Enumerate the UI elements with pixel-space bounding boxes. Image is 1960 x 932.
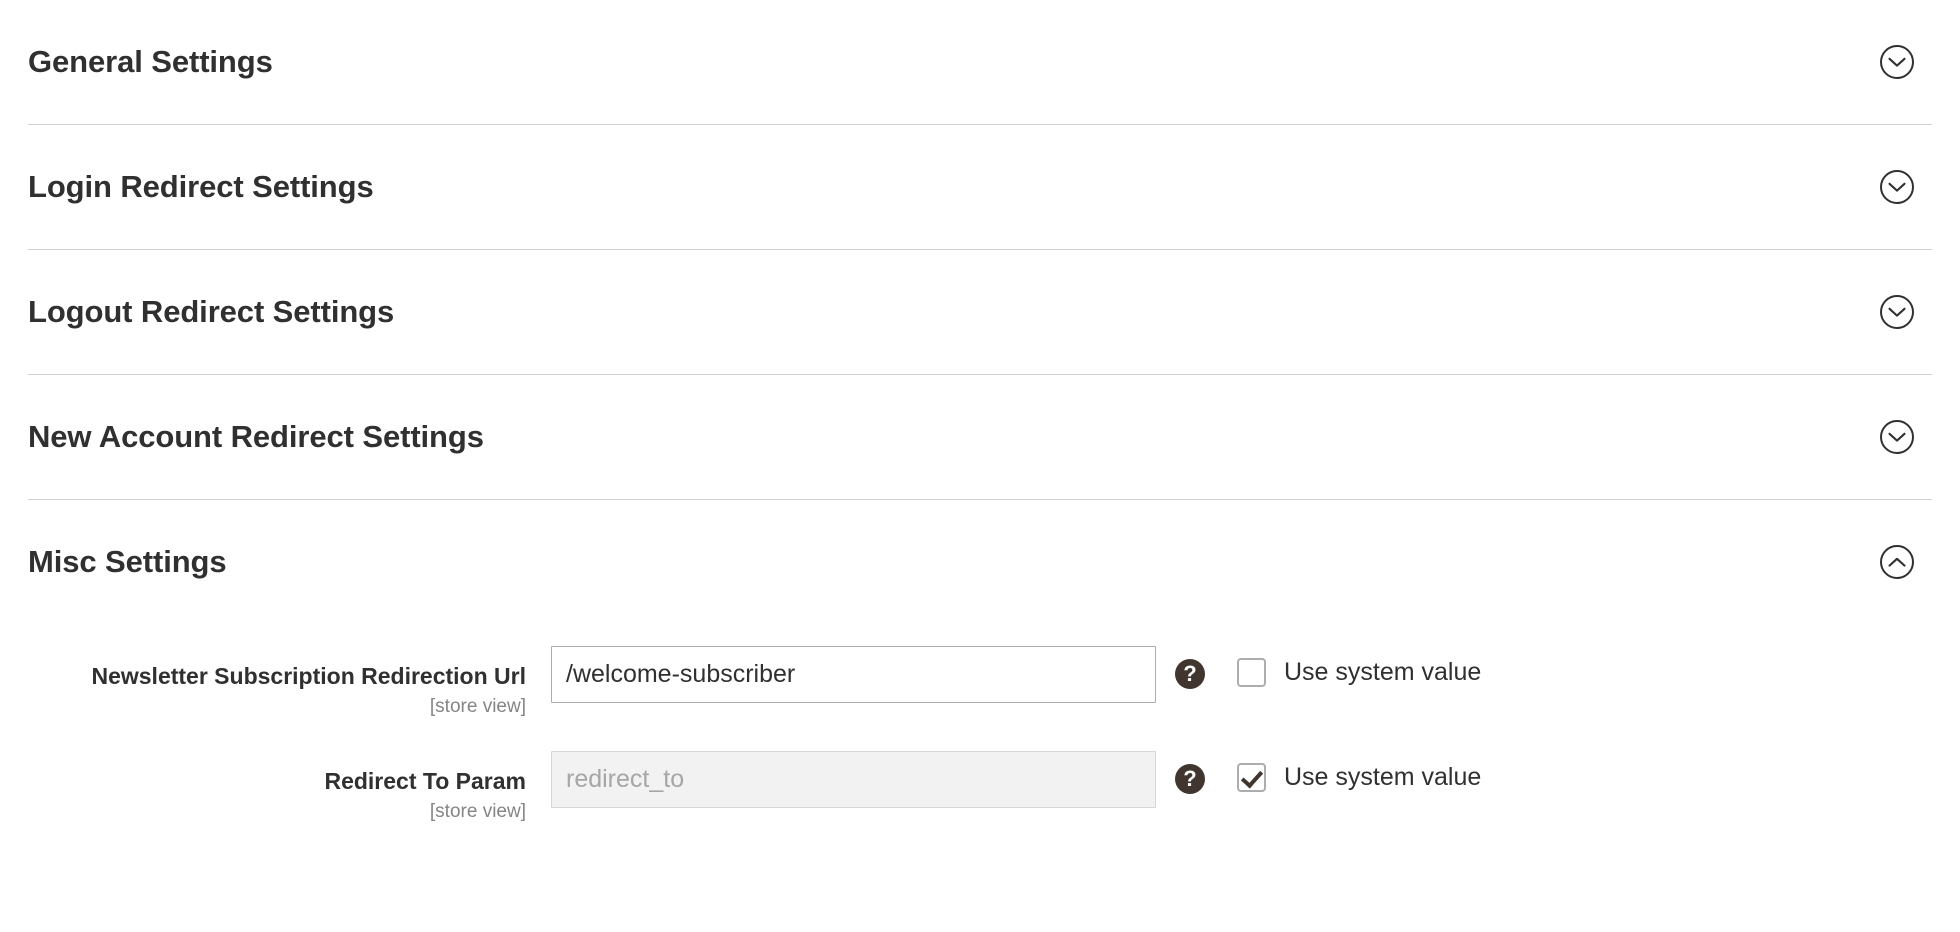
config-settings-page: General Settings Login Redirect Settings… — [0, 0, 1960, 932]
field-label: Newsletter Subscription Redirection Url — [91, 663, 526, 689]
field-row-redirect-to-param: Redirect To Param [store view] ? Use sys… — [28, 750, 1932, 826]
use-system-value-toggle-redirect-to-param[interactable]: Use system value — [1237, 762, 1482, 792]
redirect-to-param-input[interactable] — [551, 750, 1156, 808]
field-label-group: Redirect To Param [store view] — [28, 751, 526, 826]
section-title: Logout Redirect Settings — [28, 293, 395, 329]
field-label: Redirect To Param — [324, 767, 526, 794]
section-title: Misc Settings — [28, 543, 227, 579]
chevron-down-icon[interactable] — [1880, 170, 1914, 204]
section-new-account-redirect: New Account Redirect Settings — [28, 374, 1932, 499]
field-control-group: ? Use system value — [551, 646, 1481, 703]
section-title: New Account Redirect Settings — [28, 418, 484, 454]
use-system-value-checkbox[interactable] — [1237, 658, 1266, 687]
section-header-new-account-redirect[interactable]: New Account Redirect Settings — [28, 375, 1932, 499]
section-header-misc[interactable]: Misc Settings — [28, 500, 1932, 624]
section-title: General Settings — [28, 43, 273, 79]
section-header-general[interactable]: General Settings — [28, 0, 1932, 124]
section-logout-redirect: Logout Redirect Settings — [28, 249, 1932, 374]
use-system-value-checkbox[interactable] — [1237, 762, 1266, 792]
section-title: Login Redirect Settings — [28, 168, 374, 204]
field-control-group: ? Use system value — [551, 750, 1482, 808]
section-header-login-redirect[interactable]: Login Redirect Settings — [28, 125, 1932, 249]
chevron-down-icon[interactable] — [1880, 45, 1914, 79]
chevron-down-icon[interactable] — [1880, 295, 1914, 329]
help-question-icon[interactable]: ? — [1175, 763, 1205, 794]
section-misc: Misc Settings Newsletter Subscription Re… — [28, 499, 1932, 865]
field-label-group: Newsletter Subscription Redirection Url … — [28, 646, 526, 721]
use-system-value-toggle-newsletter-url[interactable]: Use system value — [1237, 658, 1481, 687]
chevron-up-icon[interactable] — [1880, 545, 1914, 579]
chevron-down-icon[interactable] — [1880, 420, 1914, 454]
use-system-value-label: Use system value — [1284, 762, 1482, 791]
field-row-newsletter-subscription-redirection-url: Newsletter Subscription Redirection Url … — [28, 646, 1932, 721]
use-system-value-label: Use system value — [1284, 658, 1482, 686]
field-scope: [store view] — [429, 696, 526, 718]
section-general: General Settings — [28, 0, 1932, 124]
misc-settings-fields: Newsletter Subscription Redirection Url … — [28, 624, 1932, 865]
field-scope: [store view] — [429, 800, 526, 822]
help-question-icon[interactable]: ? — [1175, 659, 1205, 689]
newsletter-subscription-redirection-url-input[interactable] — [551, 646, 1156, 703]
section-login-redirect: Login Redirect Settings — [28, 124, 1932, 249]
section-header-logout-redirect[interactable]: Logout Redirect Settings — [28, 250, 1932, 374]
